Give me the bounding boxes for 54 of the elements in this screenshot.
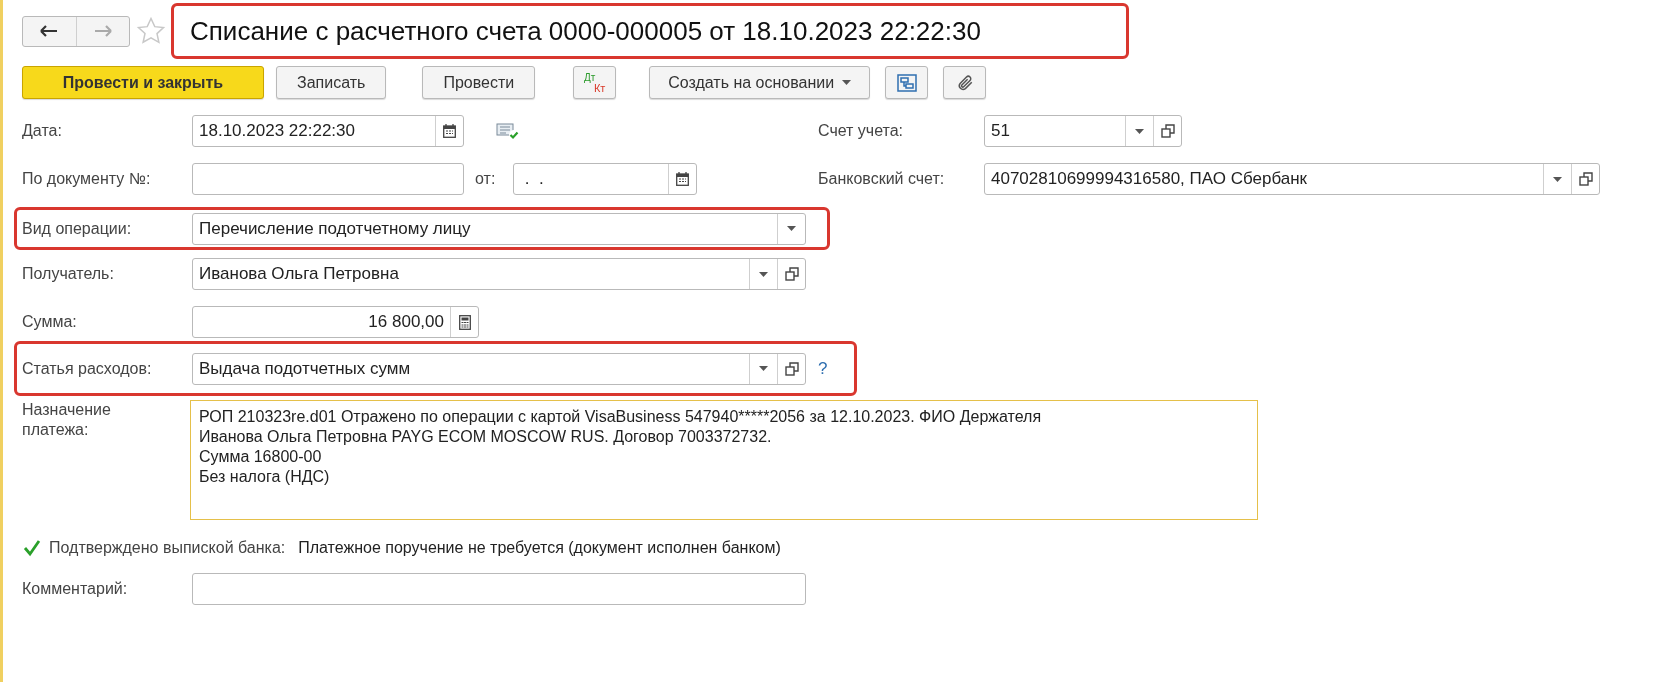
document-date-field[interactable]: . . (513, 163, 697, 195)
right-arrow-icon (93, 25, 112, 37)
toolbar-button[interactable]: Провести (422, 66, 536, 99)
ledger-entries-button[interactable]: Дт Кт (573, 66, 617, 99)
create-based-on-button[interactable]: Создать на основании (649, 66, 871, 99)
calendar-icon (676, 172, 689, 186)
field-label: По документу №: (22, 170, 151, 187)
caret-icon (759, 271, 768, 277)
field-label: Получатель: (22, 265, 114, 282)
field-label: Счет учета: (818, 122, 904, 139)
paperclip-icon (955, 73, 974, 92)
calculator-icon (458, 314, 471, 330)
document-number-field[interactable] (192, 163, 464, 195)
field-label: Дата: (22, 122, 62, 139)
confirmation-note: Платежное поручение не требуется (документ исполнен банком) (298, 538, 781, 558)
checkmark-icon (23, 539, 41, 557)
document-check-icon[interactable] (496, 121, 520, 141)
star-icon[interactable] (136, 16, 166, 46)
calendar-icon (443, 124, 456, 138)
recipient-field[interactable]: Иванова Ольга Петровна (192, 258, 806, 290)
open-window-icon (1160, 124, 1175, 138)
account-field[interactable]: 51 (984, 115, 1182, 147)
field-label: Назначение платежа: (22, 400, 112, 440)
toolbar-button[interactable]: Записать (276, 66, 387, 99)
window-title: Списание с расчетного счета 0000-000005 от 18.10.2023 22:22:30 (190, 14, 981, 48)
checkbox[interactable] (22, 538, 42, 558)
checkbox-label: Подтверждено выпиской банка: (49, 538, 286, 558)
field-label: Сумма: (22, 313, 77, 330)
caret-icon (787, 226, 796, 231)
comment-field[interactable] (192, 573, 806, 605)
open-window-icon (784, 361, 799, 376)
payment-purpose-field[interactable]: РОП 210323re.d01 Отражено по операции с картой VisaBusiness 547940*****2056 за 12.10.2023. ФИО Держателя Иванова Ольга Петровна PAYG ECOM MOSCOW RUS. Договор 7003372732. Сумма 16800-00 Без налога (НДС) (190, 400, 1258, 520)
left-arrow-icon (40, 25, 59, 37)
bank-account-field[interactable]: 40702810699994316580, ПАО Сбербанк (984, 163, 1600, 195)
field-label: Статья расходов: (22, 359, 152, 377)
attach-button[interactable] (943, 66, 987, 99)
structure-button[interactable] (885, 66, 929, 99)
caret-icon (842, 80, 852, 85)
hierarchy-icon (896, 73, 917, 92)
caret-icon (1553, 176, 1562, 182)
help-link[interactable]: ? (818, 355, 828, 382)
amount-field[interactable]: 16 800,00 (192, 306, 479, 338)
open-window-icon (784, 267, 799, 281)
expense-item-field[interactable]: Выдача подотчетных сумм (192, 352, 806, 385)
open-window-icon (1578, 172, 1593, 186)
date-field[interactable]: 18.10.2023 22:22:30 (192, 115, 464, 147)
field-label: Вид операции: (22, 219, 132, 237)
field-label: Банковский счет: (818, 170, 945, 187)
operation-type-field[interactable]: Перечисление подотчетному лицу (192, 212, 806, 245)
caret-icon (1135, 128, 1144, 134)
post-and-close-button[interactable]: Провести и закрыть (22, 66, 264, 99)
field-label: от: (475, 170, 496, 187)
caret-icon (759, 366, 768, 371)
field-label: Комментарий: (22, 580, 128, 597)
